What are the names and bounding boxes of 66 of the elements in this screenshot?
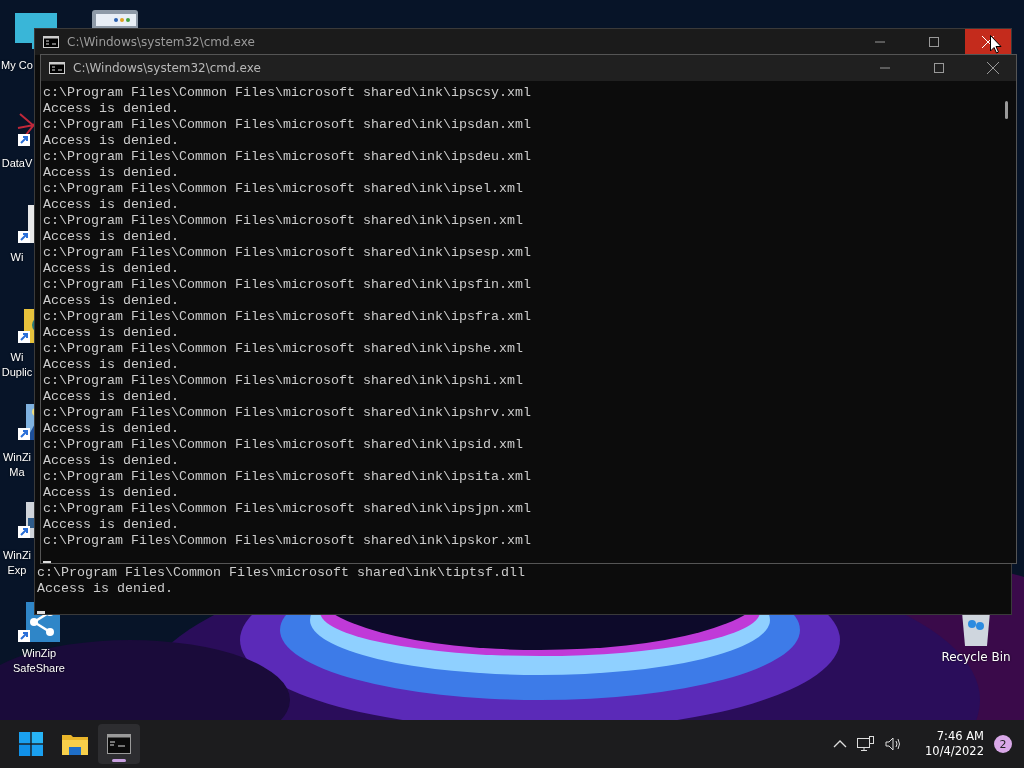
console-line: c:\Program Files\Common Files\microsoft shared\ink\ipskor.xml <box>42 533 531 549</box>
maximize-icon <box>929 37 939 47</box>
console-line: c:\Program Files\Common Files\microsoft shared\ink\ipsdeu.xml <box>42 149 531 165</box>
windows-logo-icon <box>19 732 43 756</box>
console-line: Access is denied. <box>42 293 179 309</box>
close-icon <box>982 36 994 48</box>
console-line: Access is denied. <box>42 197 179 213</box>
time-text: 7:46 AM <box>936 729 984 744</box>
notification-badge[interactable]: 2 <box>994 735 1012 753</box>
console-line: Access is denied. <box>42 517 179 533</box>
network-icon[interactable] <box>857 736 876 752</box>
console-line: c:\Program Files\Common Files\microsoft shared\ink\ipsjpn.xml <box>42 501 531 517</box>
icon-label: Recycle Bin <box>941 650 1011 664</box>
console-line: Access is denied. <box>42 453 179 469</box>
console-line: Access is denied. <box>42 165 179 181</box>
console-line: c:\Program Files\Common Files\microsoft shared\ink\ipshi.xml <box>42 373 523 389</box>
folder-icon <box>62 733 88 755</box>
console-line: c:\Program Files\Common Files\microsoft shared\ink\tiptsf.dll <box>36 565 525 581</box>
console-line: Access is denied. <box>42 133 179 149</box>
console-line: c:\Program Files\Common Files\microsoft shared\ink\ipsfin.xml <box>42 277 531 293</box>
terminal-icon <box>49 62 65 74</box>
console-line: c:\Program Files\Common Files\microsoft shared\ink\ipsdan.xml <box>42 117 531 133</box>
text-cursor <box>37 611 45 614</box>
console-line: Access is denied. <box>42 357 179 373</box>
taskbar-app-button[interactable] <box>98 724 140 764</box>
chevron-up-icon[interactable] <box>833 740 848 748</box>
text-cursor <box>43 561 51 563</box>
recycle-bin-icon[interactable] <box>959 612 993 646</box>
icon-label: My Co <box>1 58 33 73</box>
window-title: C:\Windows\system32\cmd.exe <box>67 35 255 49</box>
console-line: c:\Program Files\Common Files\microsoft shared\ink\ipsid.xml <box>42 437 523 453</box>
console-line: Access is denied. <box>42 101 179 117</box>
console-line: c:\Program Files\Common Files\microsoft shared\ink\ipsfra.xml <box>42 309 531 325</box>
maximize-icon <box>934 63 944 73</box>
console-line: Access is denied. <box>42 229 179 245</box>
terminal-icon <box>107 734 131 754</box>
icon-label: Duplic <box>1 365 33 380</box>
console-line: Access is denied. <box>42 325 179 341</box>
console-line: c:\Program Files\Common Files\microsoft shared\ink\ipsesp.xml <box>42 245 531 261</box>
console-line: c:\Program Files\Common Files\microsoft shared\ink\ipshrv.xml <box>42 405 531 421</box>
icon-label: Wi <box>10 350 24 365</box>
console-line: Access is denied. <box>42 389 179 405</box>
terminal-icon <box>43 36 59 48</box>
icon-label: Exp <box>7 563 27 578</box>
console-line: Access is denied. <box>42 421 179 437</box>
icon-label: WinZi <box>2 548 32 563</box>
window-title: C:\Windows\system32\cmd.exe <box>73 61 261 75</box>
icon-label: WinZi <box>2 450 32 465</box>
console-line: Access is denied. <box>42 261 179 277</box>
console-line: c:\Program Files\Common Files\microsoft shared\ink\ipsen.xml <box>42 213 523 229</box>
icon-label: WinZip <box>21 646 57 661</box>
date-text: 10/4/2022 <box>925 744 984 759</box>
icon-label: DataV <box>1 156 33 171</box>
close-button[interactable] <box>965 29 1011 55</box>
icon-label: Wi <box>10 250 24 265</box>
console-line: c:\Program Files\Common Files\microsoft shared\ink\ipsita.xml <box>42 469 531 485</box>
console-line: Access is denied. <box>42 485 179 501</box>
console-line: c:\Program Files\Common Files\microsoft shared\ink\ipshe.xml <box>42 341 523 357</box>
scrollbar-thumb[interactable] <box>1005 101 1008 119</box>
console-line: Access is denied. <box>36 581 173 597</box>
icon-label: Ma <box>9 465 25 480</box>
console-line: c:\Program Files\Common Files\microsoft shared\ink\ipsel.xml <box>42 181 523 197</box>
icon-label: SafeShare <box>13 661 65 676</box>
console-line: c:\Program Files\Common Files\microsoft shared\ink\ipscsy.xml <box>42 85 531 101</box>
clock[interactable]: 7:46 AM 10/4/2022 <box>925 729 984 759</box>
close-icon <box>987 62 999 74</box>
